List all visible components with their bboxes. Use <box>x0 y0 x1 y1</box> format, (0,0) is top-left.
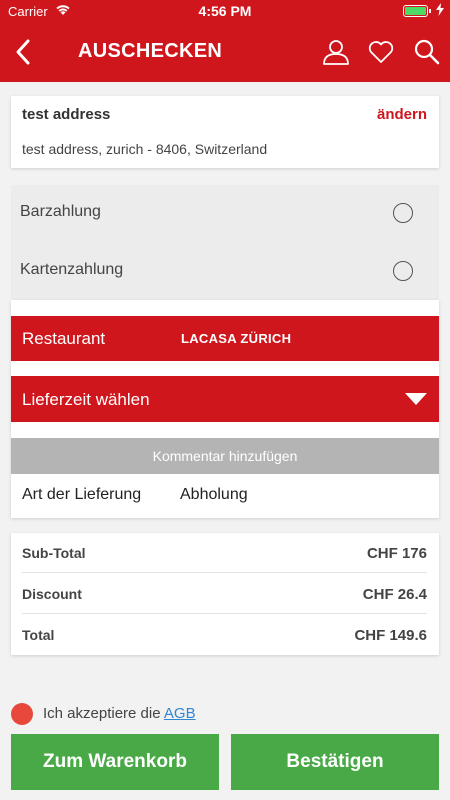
user-icon[interactable] <box>322 38 350 66</box>
payment-option-label: Barzahlung <box>20 203 101 220</box>
subtotal-value: CHF 176 <box>366 545 427 562</box>
terms-text: Ich akzeptiere die AGB <box>43 705 196 722</box>
payment-option-label: Kartenzahlung <box>20 261 124 278</box>
total-value: CHF 149.6 <box>354 627 427 644</box>
delivery-type-row: Art der Lieferung Abholung <box>22 486 248 504</box>
discount-label: Discount <box>22 586 82 602</box>
chevron-down-icon <box>405 393 427 405</box>
payment-options: Barzahlung Kartenzahlung <box>11 185 439 300</box>
payment-option-card[interactable]: Kartenzahlung <box>20 245 430 295</box>
charging-icon <box>436 3 444 16</box>
search-icon[interactable] <box>413 38 441 66</box>
change-address-link[interactable]: ändern <box>377 106 427 123</box>
subtotal-label: Sub-Total <box>22 545 86 561</box>
add-comment-button[interactable]: Kommentar hinzufügen <box>11 438 439 474</box>
address-full: test address, zurich - 8406, Switzerland <box>22 141 268 157</box>
delivery-time-select[interactable]: Lieferzeit wählen <box>11 376 439 422</box>
payment-radio-cash[interactable] <box>393 203 413 223</box>
total-label: Total <box>22 627 55 643</box>
terms-label: Ich akzeptiere die <box>43 705 164 722</box>
restaurant-bar: Restaurant LACASA ZÜRICH <box>11 316 439 361</box>
heart-icon[interactable] <box>367 38 395 66</box>
discount-row: Discount CHF 26.4 <box>22 574 427 614</box>
order-totals-card: Sub-Total CHF 176 Discount CHF 26.4 Tota… <box>11 533 439 655</box>
go-to-cart-button[interactable]: Zum Warenkorb <box>11 734 219 790</box>
total-row: Total CHF 149.6 <box>22 615 427 655</box>
payment-option-cash[interactable]: Barzahlung <box>20 187 430 237</box>
payment-radio-card[interactable] <box>393 261 413 281</box>
clock: 4:56 PM <box>198 3 252 19</box>
restaurant-label: Restaurant <box>22 329 106 348</box>
delivery-type-label: Art der Lieferung <box>22 486 142 503</box>
app-header: Carrier 4:56 PM AUSCHECKEN <box>0 0 450 82</box>
back-icon[interactable] <box>10 36 38 68</box>
delivery-time-label: Lieferzeit wählen <box>22 390 150 409</box>
battery-icon <box>403 5 431 17</box>
agb-link[interactable]: AGB <box>164 705 196 722</box>
subtotal-row: Sub-Total CHF 176 <box>22 533 427 573</box>
confirm-order-button[interactable]: Bestätigen <box>231 734 439 790</box>
page-title: AUSCHECKEN <box>78 40 223 62</box>
accept-terms-radio[interactable] <box>11 703 33 725</box>
delivery-type-value: Abholung <box>180 486 248 503</box>
discount-value: CHF 26.4 <box>362 586 427 603</box>
restaurant-name: LACASA ZÜRICH <box>181 331 292 346</box>
delivery-address-card: test address ändern test address, zurich… <box>11 96 439 168</box>
status-bar: Carrier 4:56 PM <box>0 0 450 22</box>
address-name: test address <box>22 106 111 123</box>
